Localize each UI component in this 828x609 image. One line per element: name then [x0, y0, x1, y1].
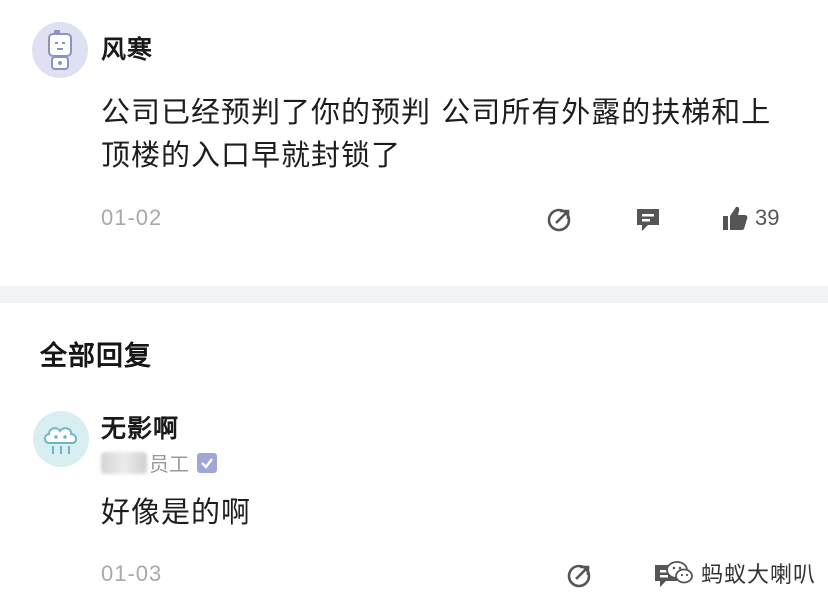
like-count: 39: [755, 205, 780, 230]
share-icon: [567, 564, 591, 588]
reply-share-button[interactable]: [566, 561, 594, 589]
section-divider: [0, 286, 828, 303]
user-avatar[interactable]: [32, 22, 88, 78]
like-button[interactable]: 39: [721, 204, 779, 232]
all-replies-title: 全部回复: [40, 341, 152, 372]
watermark-text: 蚂蚁大喇叭: [701, 563, 817, 588]
role-label: 员工: [149, 452, 189, 476]
watermark: 蚂蚁大喇叭: [665, 557, 816, 589]
share-button[interactable]: [546, 205, 574, 233]
reply-user-avatar[interactable]: [33, 411, 89, 467]
reply-date: 01-03: [101, 561, 163, 586]
reply-user-role: 员工: [101, 448, 217, 477]
post-content-line-2: 顶楼的入口早就封锁了: [101, 138, 402, 172]
share-icon: [547, 208, 571, 232]
wechat-icon: [665, 558, 695, 588]
comment-icon: [637, 209, 659, 231]
blurred-company-name: [101, 451, 147, 474]
robot-avatar-icon: [48, 30, 72, 70]
post-content-line-1: 公司已经预判了你的预判 公司所有外露的扶梯和上: [101, 95, 772, 129]
post-username[interactable]: 风寒: [101, 30, 153, 66]
thumbs-up-icon: [723, 206, 748, 230]
cloud-avatar-icon: [43, 427, 77, 454]
main-post: 风寒 公司已经预判了你的预判 公司所有外露的扶梯和上 顶楼的入口早就封锁了 01…: [0, 0, 828, 286]
verified-check-icon: [197, 452, 217, 473]
post-content: 公司已经预判了你的预判 公司所有外露的扶梯和上 顶楼的入口早就封锁了: [101, 91, 801, 177]
reply-username[interactable]: 无影啊: [101, 409, 179, 445]
post-date: 01-02: [101, 205, 163, 230]
comment-button[interactable]: [634, 205, 662, 233]
page: 风寒 公司已经预判了你的预判 公司所有外露的扶梯和上 顶楼的入口早就封锁了 01…: [0, 0, 828, 609]
reply-content: 好像是的啊: [101, 495, 252, 529]
